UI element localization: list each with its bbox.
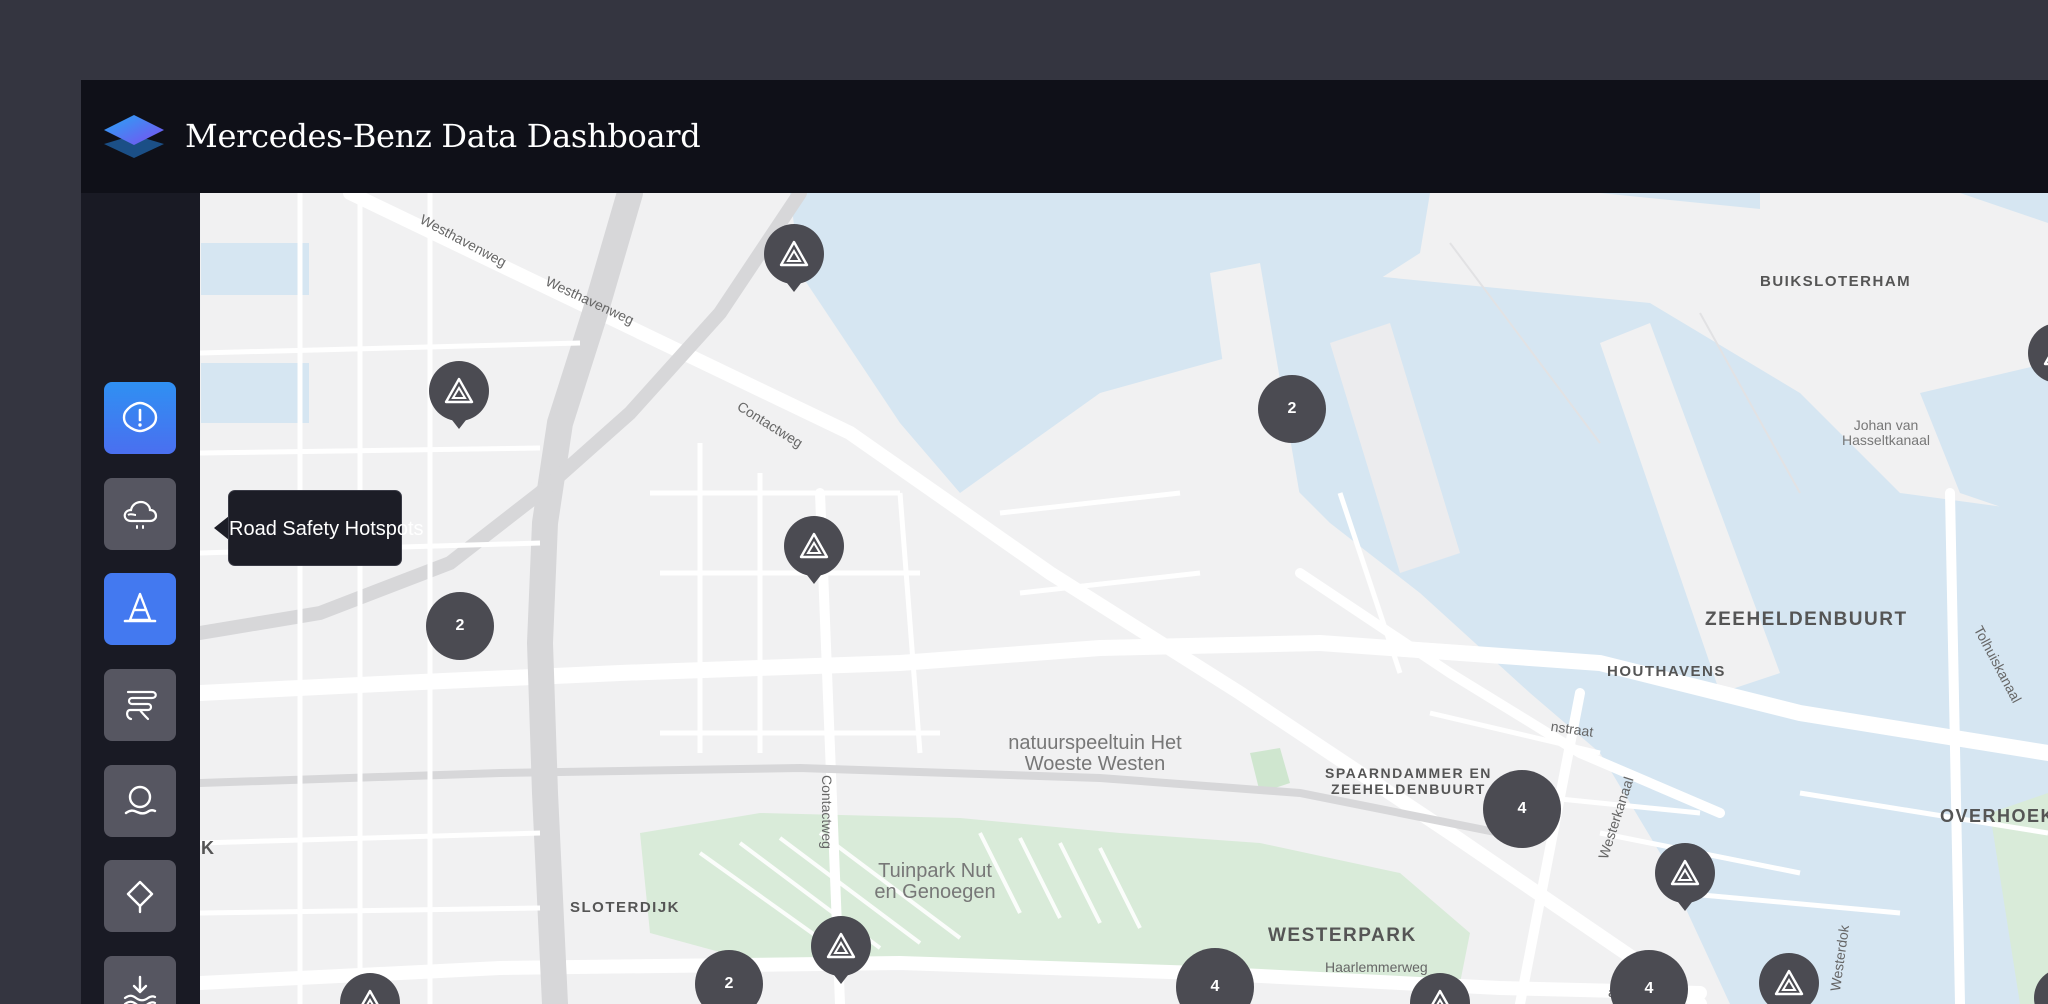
park-label: Tuinpark Nut en Genoegen [860, 861, 1010, 903]
cluster-marker[interactable]: 4 [1483, 770, 1561, 848]
sidebar-item-flooding[interactable] [104, 765, 176, 837]
app-window: Mercedes-Benz Data Dashboard BUIKSLOTERH… [81, 80, 2048, 1004]
sidebar-item-road-signs[interactable] [104, 860, 176, 932]
warning-triangle-icon [799, 532, 829, 559]
water-label: Johan van Hasseltkanaal [1821, 418, 1951, 447]
park-label: natuurspeeltuin Het Woeste Westen [995, 733, 1195, 775]
street-label: Contactweg [819, 775, 835, 849]
water-label-line: Hasseltkanaal [1842, 431, 1930, 448]
app-title: Mercedes-Benz Data Dashboard [185, 117, 701, 155]
warning-triangle-icon [2043, 356, 2048, 366]
hazard-marker[interactable] [764, 224, 824, 292]
street-label: Haarlemmerweg [1325, 959, 1428, 975]
park-label-line: Tuinpark Nut [878, 860, 992, 882]
warning-triangle-icon [1774, 969, 1804, 996]
sidebar-item-road-safety-hotspots[interactable] [104, 573, 176, 645]
sidebar-item-weather[interactable] [104, 478, 176, 550]
district-label: BUIKSLOTERHAM [1760, 273, 1912, 290]
cluster-marker[interactable]: 2 [426, 592, 494, 660]
warning-triangle-icon [779, 240, 809, 267]
warning-triangle-icon [1670, 859, 1700, 886]
diamond-sign-icon [126, 880, 154, 914]
layers-logo-icon [103, 113, 165, 161]
district-label: ZEEHELDENBUURT [1705, 609, 1908, 630]
district-label: ZEEHELDENBUURT [1331, 781, 1486, 797]
water-arrow-icon [123, 975, 157, 1004]
warning-triangle-icon [444, 377, 474, 404]
park-label-line: natuurspeeltuin Het [1008, 732, 1182, 754]
district-label: WESTERPARK [1268, 925, 1417, 946]
hazard-marker[interactable] [784, 516, 844, 584]
district-label: HOUTHAVENS [1607, 663, 1726, 680]
sidebar [81, 193, 200, 1004]
district-label: OVERHOEK [1940, 806, 2048, 826]
warning-triangle-icon [1431, 989, 1449, 1004]
cluster-marker[interactable]: 2 [1258, 375, 1326, 443]
sidebar-item-alerts[interactable] [104, 382, 176, 454]
district-label: SPAARNDAMMER EN [1325, 765, 1492, 781]
alert-circle-icon [122, 401, 158, 433]
park-label-line: en Genoegen [874, 881, 996, 903]
hazard-marker[interactable] [1759, 953, 1819, 1004]
cloud-rain-icon [123, 500, 158, 529]
sidebar-tooltip: Road Safety Hotspots [228, 490, 424, 566]
traffic-cone-icon [123, 592, 157, 623]
hazard-marker[interactable] [429, 361, 489, 429]
hazard-marker[interactable] [1655, 843, 1715, 911]
winding-road-icon [126, 690, 157, 721]
district-label: SLOTERDIJK [570, 899, 681, 916]
map-view[interactable]: BUIKSLOTERHAM ZEEHELDENBUURT HOUTHAVENS … [200, 193, 2048, 1004]
warning-triangle-icon [361, 989, 379, 1004]
sidebar-item-water-level[interactable] [104, 956, 176, 1004]
park-label-line: Woeste Westen [1024, 753, 1166, 775]
person-water-icon [124, 785, 157, 815]
district-label: K [201, 838, 216, 858]
warning-triangle-icon [826, 932, 856, 959]
sidebar-item-road-conditions[interactable] [104, 669, 176, 741]
water-label-line: Johan van [1853, 417, 1919, 433]
tooltip-arrow [214, 516, 229, 540]
top-header: Mercedes-Benz Data Dashboard [81, 80, 2048, 193]
hazard-marker[interactable] [811, 916, 871, 984]
